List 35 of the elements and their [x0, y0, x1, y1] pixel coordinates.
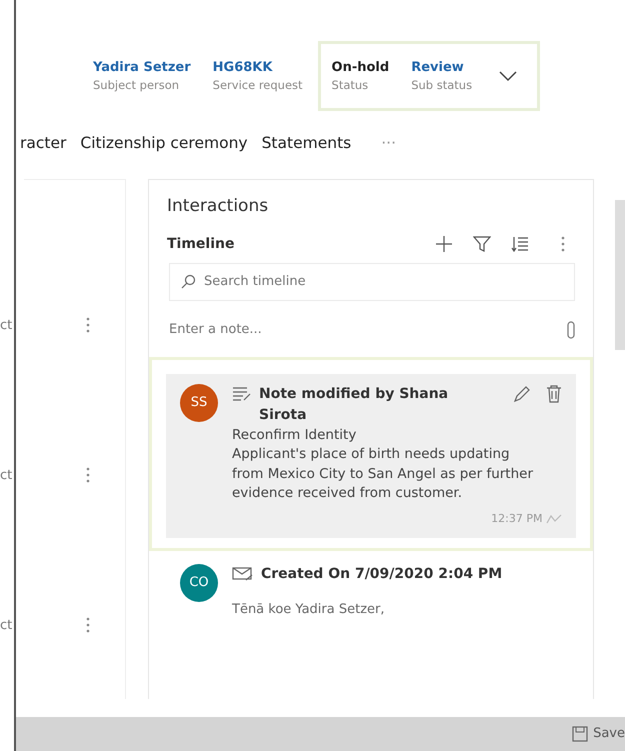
search-input[interactable]: Search timeline [202, 271, 574, 292]
section-title: Interactions [166, 195, 270, 218]
note-text: Applicant's place of birth needs updating from Mexico City to San Angel as per further evidence received from customer. [232, 445, 534, 504]
row-label: ct [0, 466, 12, 484]
row-label: ct [0, 316, 12, 334]
field-label: Status [332, 77, 370, 94]
email-icon [232, 566, 254, 582]
field-label: Sub status [411, 77, 472, 94]
attachment-icon [567, 320, 575, 339]
save-button[interactable]: Save [572, 724, 625, 744]
timestamp: 12:37 PM [491, 511, 542, 527]
avatar: CO [180, 564, 218, 602]
entry-title: Created On 7/09/2020 2:04 PM [261, 564, 504, 584]
save-icon [572, 726, 588, 742]
field-link[interactable]: HG68KK [212, 58, 303, 78]
note-icon [232, 386, 252, 402]
field-value: On-hold [332, 58, 390, 77]
tab[interactable]: Citizenship ceremony [80, 128, 262, 160]
timeline-title: Timeline [167, 234, 236, 254]
tab[interactable]: Statements [262, 128, 366, 160]
field-link[interactable]: Review [411, 58, 472, 78]
field-link[interactable]: Yadira Setzer [93, 58, 191, 78]
avatar: SS [180, 384, 218, 422]
tab[interactable]: racter [20, 128, 80, 160]
search-icon [180, 274, 196, 290]
row-label: ct [0, 616, 12, 634]
entry-subject: Reconfirm Identity [232, 426, 358, 445]
entry-subject: Tēnā koe Yadira Setzer, [232, 600, 386, 618]
search-field[interactable]: Search timeline [169, 262, 575, 301]
entry-title: Note modified by Shana Sirota [259, 384, 450, 425]
timeline-card[interactable]: SS Note modified by Shana Sirota Reconfirm Identity Applicant's place of birth needs updating from Mexico City to San Angel as per further evidence received from customer. 12:37 PM [149, 356, 593, 550]
scrollbar[interactable] [615, 200, 625, 350]
field-label: Service request [212, 77, 303, 94]
field-label: Subject person [93, 77, 180, 94]
note-field[interactable]: Enter a note... [167, 319, 567, 340]
